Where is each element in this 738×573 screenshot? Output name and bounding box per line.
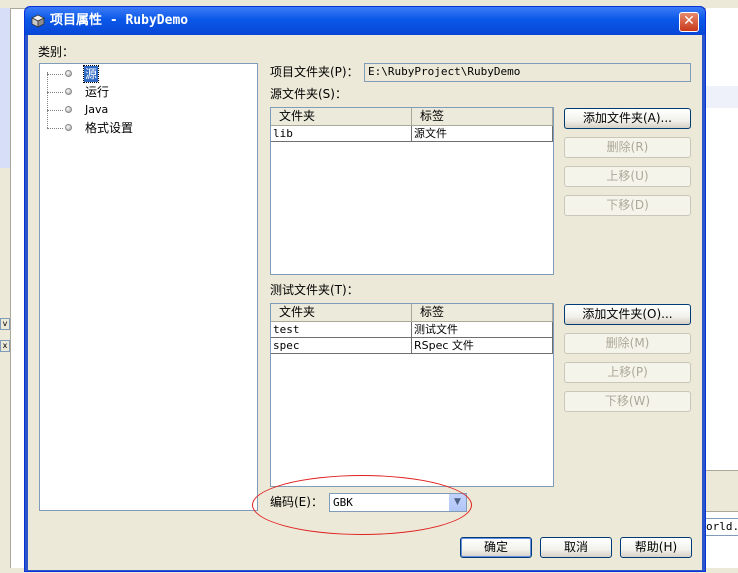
tree-branch (47, 92, 63, 93)
table-row[interactable]: spec RSpec 文件 (271, 338, 553, 354)
tree-item-source[interactable]: 源 (40, 65, 240, 83)
table-header: 文件夹 标签 (271, 108, 553, 126)
tree-node-icon (65, 70, 72, 77)
ide-output-tabs (706, 491, 738, 512)
column-header-folder[interactable]: 文件夹 (271, 304, 412, 321)
tree-node-icon (65, 88, 72, 95)
tree-item-run[interactable]: 运行 (40, 84, 240, 100)
table-header: 文件夹 标签 (271, 304, 553, 322)
move-up-source-button[interactable]: 上移(U) (564, 166, 691, 187)
ide-output-header (706, 470, 738, 491)
source-folders-label: 源文件夹(S)： (270, 87, 347, 101)
tree-item-label: Java (85, 103, 109, 116)
move-up-test-button[interactable]: 上移(P) (564, 362, 691, 383)
test-folders-table[interactable]: 文件夹 标签 test 测试文件 spec RSpec 文件 (270, 303, 554, 487)
test-folders-label: 测试文件夹(T)： (270, 283, 359, 297)
ide-left-panel (0, 8, 11, 568)
tree-branch (47, 128, 63, 129)
tree-item-label: 源 (82, 65, 100, 83)
column-header-label[interactable]: 标签 (412, 108, 553, 125)
project-folder-field[interactable]: E:\RubyProject\RubyDemo (364, 63, 691, 82)
remove-source-folder-button[interactable]: 删除(R) (564, 137, 691, 158)
annotation-ellipse (252, 475, 472, 535)
categories-label: 类别： (38, 45, 75, 59)
folder-cell: test (271, 322, 412, 338)
close-button[interactable]: ✕ (679, 12, 699, 32)
column-header-folder[interactable]: 文件夹 (271, 108, 412, 125)
ide-close-button[interactable]: x (0, 340, 10, 352)
close-icon: ✕ (683, 13, 695, 29)
ide-collapse-button[interactable]: v (0, 318, 10, 330)
ide-editor-text-fragment: orld.r (706, 518, 738, 536)
remove-test-folder-button[interactable]: 删除(M) (564, 333, 691, 354)
project-cube-icon (31, 14, 45, 28)
tree-item-label: 运行 (85, 85, 110, 99)
table-row[interactable]: test 测试文件 (271, 322, 553, 338)
dialog-title: 项目属性 - RubyDemo (50, 13, 189, 28)
tree-item-formatting[interactable]: 格式设置 (40, 120, 240, 136)
column-header-label[interactable]: 标签 (412, 304, 553, 321)
dialog-titlebar[interactable]: 项目属性 - RubyDemo ✕ (25, 7, 705, 35)
move-down-source-button[interactable]: 下移(D) (564, 195, 691, 216)
source-folders-table[interactable]: 文件夹 标签 lib 源文件 (270, 107, 554, 275)
ok-button[interactable]: 确定 (460, 537, 532, 558)
cancel-button[interactable]: 取消 (540, 537, 612, 558)
folder-cell: spec (271, 338, 412, 354)
tree-branch (47, 110, 63, 111)
tree-item-label: 格式设置 (85, 121, 134, 135)
tree-node-icon (65, 124, 72, 131)
move-down-test-button[interactable]: 下移(W) (564, 391, 691, 412)
ide-left-highlight (0, 8, 10, 168)
folder-cell: lib (271, 126, 412, 142)
table-row[interactable]: lib 源文件 (271, 126, 553, 142)
label-cell: 测试文件 (412, 322, 553, 338)
project-folder-label: 项目文件夹(P)： (270, 65, 359, 79)
add-test-folder-button[interactable]: 添加文件夹(O)... (564, 304, 691, 325)
label-cell: 源文件 (412, 126, 553, 142)
ide-line-highlight (706, 86, 738, 108)
tree-item-java[interactable]: Java (40, 102, 240, 118)
ide-editor-area: orld.r (706, 8, 738, 573)
categories-tree[interactable]: 源 运行 Java 格式设置 (39, 63, 258, 511)
label-cell: RSpec 文件 (412, 338, 553, 354)
tree-branch (47, 74, 63, 75)
help-button[interactable]: 帮助(H) (620, 537, 692, 558)
tree-node-icon (65, 106, 72, 113)
add-source-folder-button[interactable]: 添加文件夹(A)... (564, 108, 691, 129)
